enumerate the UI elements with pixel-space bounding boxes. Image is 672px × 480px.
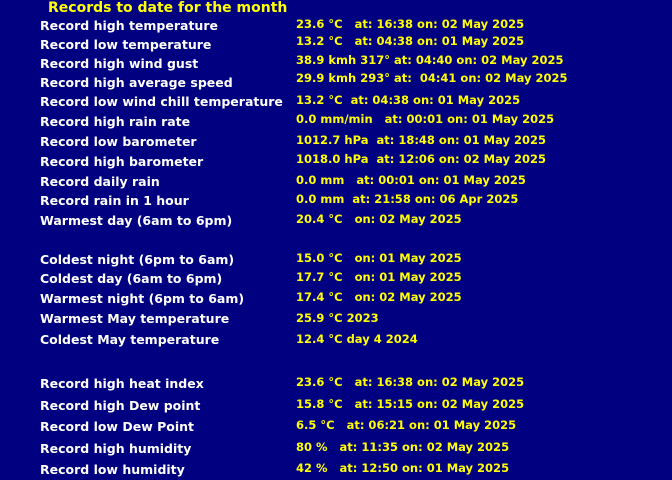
record-label: Record high average speed bbox=[40, 75, 233, 90]
record-row: Coldest day (6am to 6pm) 17.7 °C on: 01 … bbox=[0, 270, 672, 289]
record-label: Record high temperature bbox=[40, 18, 218, 33]
record-label: Coldest night (6pm to 6am) bbox=[40, 252, 235, 267]
record-value: 38.9 kmh 317° at: 04:40 on: 02 May 2025 bbox=[296, 53, 564, 67]
record-row: Record high Dew point 15.8 °C at: 15:15 … bbox=[0, 397, 672, 416]
record-label: Coldest day (6am to 6pm) bbox=[40, 271, 223, 286]
record-value: 17.4 °C on: 02 May 2025 bbox=[296, 290, 462, 304]
record-row: Warmest day (6am to 6pm) 20.4 °C on: 02 … bbox=[0, 212, 672, 231]
record-row: Record high rain rate 0.0 mm/min at: 00:… bbox=[0, 112, 672, 132]
record-row: Warmest night (6pm to 6am) 17.4 °C on: 0… bbox=[0, 290, 672, 309]
record-label: Record high Dew point bbox=[40, 398, 201, 413]
record-value: 29.9 kmh 293° at: 04:41 on: 02 May 2025 bbox=[296, 71, 568, 85]
page-title: Records to date for the month bbox=[48, 0, 288, 16]
record-value: 1018.0 hPa at: 12:06 on: 02 May 2025 bbox=[296, 152, 546, 166]
record-label: Record high barometer bbox=[40, 154, 204, 169]
record-value: 13.2 °C at: 04:38 on: 01 May 2025 bbox=[296, 34, 525, 48]
record-row: Record rain in 1 hour 0.0 mm at: 21:58 o… bbox=[0, 192, 672, 211]
record-value: 0.0 mm at: 21:58 on: 06 Apr 2025 bbox=[296, 192, 519, 206]
record-row: Coldest May temperature 12.4 °C day 4 20… bbox=[0, 332, 672, 350]
record-row: Record daily rain 0.0 mm at: 00:01 on: 0… bbox=[0, 173, 672, 192]
record-value: 0.0 mm/min at: 00:01 on: 01 May 2025 bbox=[296, 112, 555, 126]
record-value: 20.4 °C on: 02 May 2025 bbox=[296, 212, 462, 226]
record-value: 15.8 °C at: 15:15 on: 02 May 2025 bbox=[296, 397, 525, 411]
record-value: 1012.7 hPa at: 18:48 on: 01 May 2025 bbox=[296, 133, 546, 147]
record-label: Record rain in 1 hour bbox=[40, 193, 189, 208]
record-label: Record high heat index bbox=[40, 376, 204, 391]
record-value: 17.7 °C on: 01 May 2025 bbox=[296, 270, 462, 284]
record-label: Warmest day (6am to 6pm) bbox=[40, 213, 233, 228]
record-label: Record low wind chill temperature bbox=[40, 94, 283, 109]
record-value: 23.6 °C at: 16:38 on: 02 May 2025 bbox=[296, 17, 525, 31]
record-value: 15.0 °C on: 01 May 2025 bbox=[296, 251, 462, 265]
record-value: 42 % at: 12:50 on: 01 May 2025 bbox=[296, 461, 510, 475]
record-value: 0.0 mm at: 00:01 on: 01 May 2025 bbox=[296, 173, 526, 187]
record-row: Record low Dew Point 6.5 °C at: 06:21 on… bbox=[0, 418, 672, 437]
record-row: Record high humidity 80 % at: 11:35 on: … bbox=[0, 440, 672, 459]
record-label: Record low Dew Point bbox=[40, 419, 194, 434]
record-value: 80 % at: 11:35 on: 02 May 2025 bbox=[296, 440, 510, 454]
record-row: Coldest night (6pm to 6am) 15.0 °C on: 0… bbox=[0, 251, 672, 270]
record-row: Record low humidity 42 % at: 12:50 on: 0… bbox=[0, 461, 672, 480]
record-label: Record low barometer bbox=[40, 134, 197, 149]
record-value: 23.6 °C at: 16:38 on: 02 May 2025 bbox=[296, 375, 525, 389]
record-row: Warmest May temperature 25.9 °C 2023 bbox=[0, 311, 672, 329]
record-row: Record high heat index 23.6 °C at: 16:38… bbox=[0, 375, 672, 394]
record-value: 12.4 °C day 4 2024 bbox=[296, 332, 418, 346]
record-row: Record low barometer 1012.7 hPa at: 18:4… bbox=[0, 133, 672, 152]
record-label: Warmest May temperature bbox=[40, 311, 230, 326]
record-row: Record low wind chill temperature 13.2 °… bbox=[0, 93, 672, 112]
record-label: Record high rain rate bbox=[40, 114, 191, 129]
record-value: 25.9 °C 2023 bbox=[296, 311, 379, 325]
record-label: Warmest night (6pm to 6am) bbox=[40, 291, 245, 306]
record-label: Coldest May temperature bbox=[40, 332, 220, 347]
record-value: 13.2 °C at: 04:38 on: 01 May 2025 bbox=[296, 93, 521, 107]
record-label: Record high wind gust bbox=[40, 56, 199, 71]
record-row: Record high average speed 29.9 kmh 293° … bbox=[0, 71, 672, 93]
record-label: Record high humidity bbox=[40, 441, 192, 456]
record-label: Record daily rain bbox=[40, 174, 160, 189]
record-label: Record low temperature bbox=[40, 37, 212, 52]
record-row: Record high barometer 1018.0 hPa at: 12:… bbox=[0, 152, 672, 172]
record-value: 6.5 °C at: 06:21 on: 01 May 2025 bbox=[296, 418, 517, 432]
